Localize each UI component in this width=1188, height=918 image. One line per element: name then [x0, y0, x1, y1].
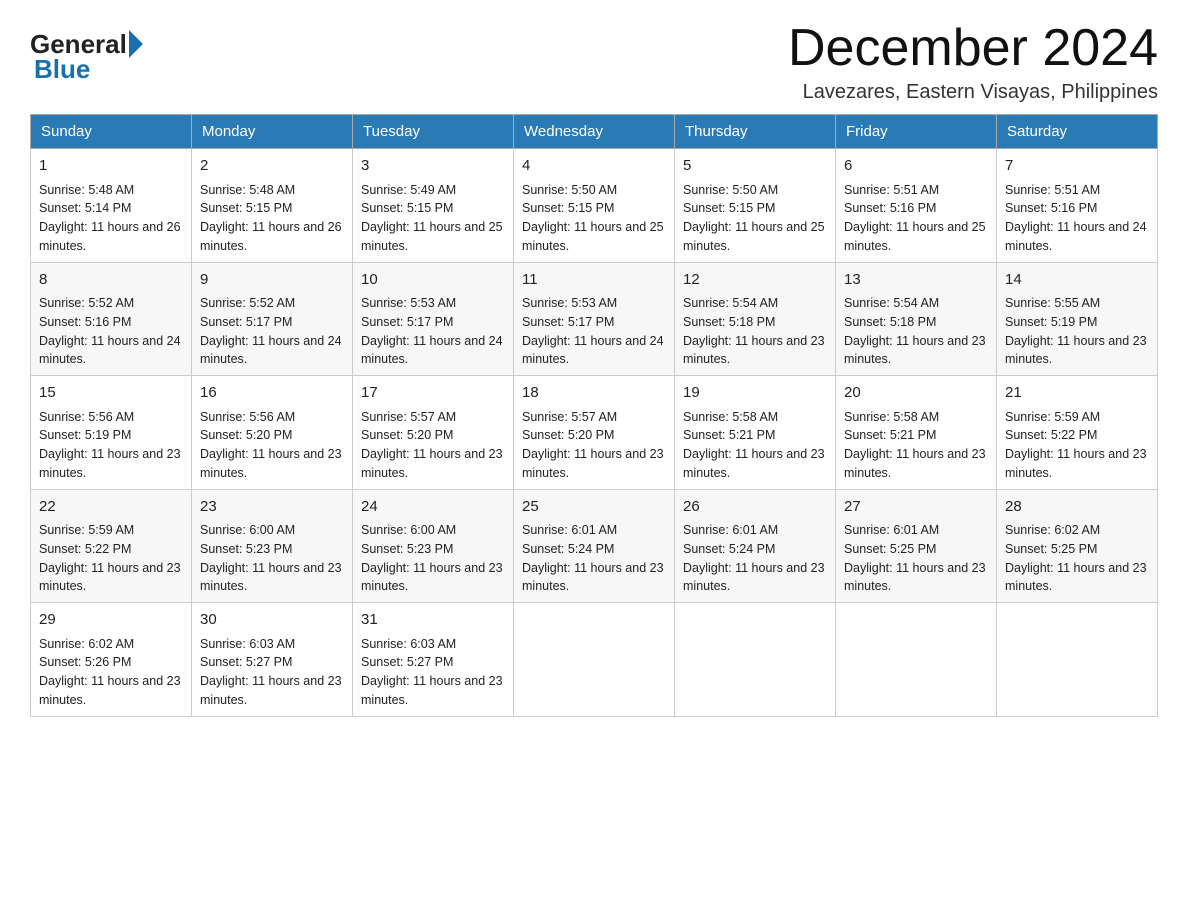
- day-number: 5: [683, 155, 827, 178]
- page-header: General Blue December 2024 Lavezares, Ea…: [30, 20, 1158, 104]
- day-number: 15: [39, 382, 183, 405]
- logo-arrow-icon: [129, 30, 143, 58]
- calendar-cell: 16Sunrise: 5:56 AMSunset: 5:20 PMDayligh…: [192, 376, 353, 490]
- calendar-cell: 12Sunrise: 5:54 AMSunset: 5:18 PMDayligh…: [675, 262, 836, 376]
- calendar-cell: 21Sunrise: 5:59 AMSunset: 5:22 PMDayligh…: [997, 376, 1158, 490]
- calendar-cell: 7Sunrise: 5:51 AMSunset: 5:16 PMDaylight…: [997, 149, 1158, 263]
- day-number: 23: [200, 496, 344, 519]
- day-number: 30: [200, 609, 344, 632]
- calendar-cell: 14Sunrise: 5:55 AMSunset: 5:19 PMDayligh…: [997, 262, 1158, 376]
- calendar-cell: 25Sunrise: 6:01 AMSunset: 5:24 PMDayligh…: [514, 489, 675, 603]
- day-number: 7: [1005, 155, 1149, 178]
- day-number: 25: [522, 496, 666, 519]
- day-number: 9: [200, 269, 344, 292]
- calendar-body: 1Sunrise: 5:48 AMSunset: 5:14 PMDaylight…: [31, 149, 1158, 717]
- day-number: 17: [361, 382, 505, 405]
- calendar-week-row: 29Sunrise: 6:02 AMSunset: 5:26 PMDayligh…: [31, 603, 1158, 717]
- day-number: 6: [844, 155, 988, 178]
- calendar-cell: 11Sunrise: 5:53 AMSunset: 5:17 PMDayligh…: [514, 262, 675, 376]
- header-day-sunday: Sunday: [31, 115, 192, 149]
- header-row: SundayMondayTuesdayWednesdayThursdayFrid…: [31, 115, 1158, 149]
- month-title: December 2024: [788, 20, 1158, 77]
- calendar-cell: 15Sunrise: 5:56 AMSunset: 5:19 PMDayligh…: [31, 376, 192, 490]
- calendar-week-row: 1Sunrise: 5:48 AMSunset: 5:14 PMDaylight…: [31, 149, 1158, 263]
- location-title: Lavezares, Eastern Visayas, Philippines: [788, 81, 1158, 104]
- day-number: 8: [39, 269, 183, 292]
- calendar-table: SundayMondayTuesdayWednesdayThursdayFrid…: [30, 114, 1158, 717]
- day-number: 12: [683, 269, 827, 292]
- header-day-thursday: Thursday: [675, 115, 836, 149]
- day-number: 18: [522, 382, 666, 405]
- calendar-cell: 3Sunrise: 5:49 AMSunset: 5:15 PMDaylight…: [353, 149, 514, 263]
- calendar-cell: 10Sunrise: 5:53 AMSunset: 5:17 PMDayligh…: [353, 262, 514, 376]
- day-number: 13: [844, 269, 988, 292]
- calendar-cell: [836, 603, 997, 717]
- calendar-cell: 22Sunrise: 5:59 AMSunset: 5:22 PMDayligh…: [31, 489, 192, 603]
- calendar-week-row: 8Sunrise: 5:52 AMSunset: 5:16 PMDaylight…: [31, 262, 1158, 376]
- title-block: December 2024 Lavezares, Eastern Visayas…: [788, 20, 1158, 104]
- day-number: 20: [844, 382, 988, 405]
- calendar-cell: 29Sunrise: 6:02 AMSunset: 5:26 PMDayligh…: [31, 603, 192, 717]
- logo: General Blue: [30, 20, 143, 85]
- calendar-cell: 13Sunrise: 5:54 AMSunset: 5:18 PMDayligh…: [836, 262, 997, 376]
- logo-blue-text: Blue: [34, 54, 90, 85]
- calendar-cell: 4Sunrise: 5:50 AMSunset: 5:15 PMDaylight…: [514, 149, 675, 263]
- day-number: 29: [39, 609, 183, 632]
- calendar-cell: 31Sunrise: 6:03 AMSunset: 5:27 PMDayligh…: [353, 603, 514, 717]
- day-number: 22: [39, 496, 183, 519]
- calendar-cell: 5Sunrise: 5:50 AMSunset: 5:15 PMDaylight…: [675, 149, 836, 263]
- day-number: 16: [200, 382, 344, 405]
- day-number: 2: [200, 155, 344, 178]
- calendar-cell: 8Sunrise: 5:52 AMSunset: 5:16 PMDaylight…: [31, 262, 192, 376]
- calendar-cell: 1Sunrise: 5:48 AMSunset: 5:14 PMDaylight…: [31, 149, 192, 263]
- calendar-cell: 20Sunrise: 5:58 AMSunset: 5:21 PMDayligh…: [836, 376, 997, 490]
- day-number: 19: [683, 382, 827, 405]
- calendar-cell: 23Sunrise: 6:00 AMSunset: 5:23 PMDayligh…: [192, 489, 353, 603]
- calendar-cell: 19Sunrise: 5:58 AMSunset: 5:21 PMDayligh…: [675, 376, 836, 490]
- calendar-header: SundayMondayTuesdayWednesdayThursdayFrid…: [31, 115, 1158, 149]
- calendar-cell: 24Sunrise: 6:00 AMSunset: 5:23 PMDayligh…: [353, 489, 514, 603]
- calendar-cell: [514, 603, 675, 717]
- calendar-cell: 6Sunrise: 5:51 AMSunset: 5:16 PMDaylight…: [836, 149, 997, 263]
- calendar-cell: 2Sunrise: 5:48 AMSunset: 5:15 PMDaylight…: [192, 149, 353, 263]
- header-day-saturday: Saturday: [997, 115, 1158, 149]
- calendar-cell: 17Sunrise: 5:57 AMSunset: 5:20 PMDayligh…: [353, 376, 514, 490]
- calendar-week-row: 15Sunrise: 5:56 AMSunset: 5:19 PMDayligh…: [31, 376, 1158, 490]
- header-day-friday: Friday: [836, 115, 997, 149]
- calendar-cell: [675, 603, 836, 717]
- calendar-cell: 30Sunrise: 6:03 AMSunset: 5:27 PMDayligh…: [192, 603, 353, 717]
- day-number: 28: [1005, 496, 1149, 519]
- day-number: 31: [361, 609, 505, 632]
- day-number: 21: [1005, 382, 1149, 405]
- calendar-cell: 26Sunrise: 6:01 AMSunset: 5:24 PMDayligh…: [675, 489, 836, 603]
- calendar-cell: 27Sunrise: 6:01 AMSunset: 5:25 PMDayligh…: [836, 489, 997, 603]
- day-number: 26: [683, 496, 827, 519]
- header-day-tuesday: Tuesday: [353, 115, 514, 149]
- calendar-cell: 18Sunrise: 5:57 AMSunset: 5:20 PMDayligh…: [514, 376, 675, 490]
- day-number: 14: [1005, 269, 1149, 292]
- day-number: 4: [522, 155, 666, 178]
- day-number: 24: [361, 496, 505, 519]
- day-number: 1: [39, 155, 183, 178]
- header-day-wednesday: Wednesday: [514, 115, 675, 149]
- calendar-cell: 28Sunrise: 6:02 AMSunset: 5:25 PMDayligh…: [997, 489, 1158, 603]
- calendar-week-row: 22Sunrise: 5:59 AMSunset: 5:22 PMDayligh…: [31, 489, 1158, 603]
- day-number: 10: [361, 269, 505, 292]
- day-number: 3: [361, 155, 505, 178]
- calendar-cell: 9Sunrise: 5:52 AMSunset: 5:17 PMDaylight…: [192, 262, 353, 376]
- day-number: 11: [522, 269, 666, 292]
- day-number: 27: [844, 496, 988, 519]
- header-day-monday: Monday: [192, 115, 353, 149]
- calendar-cell: [997, 603, 1158, 717]
